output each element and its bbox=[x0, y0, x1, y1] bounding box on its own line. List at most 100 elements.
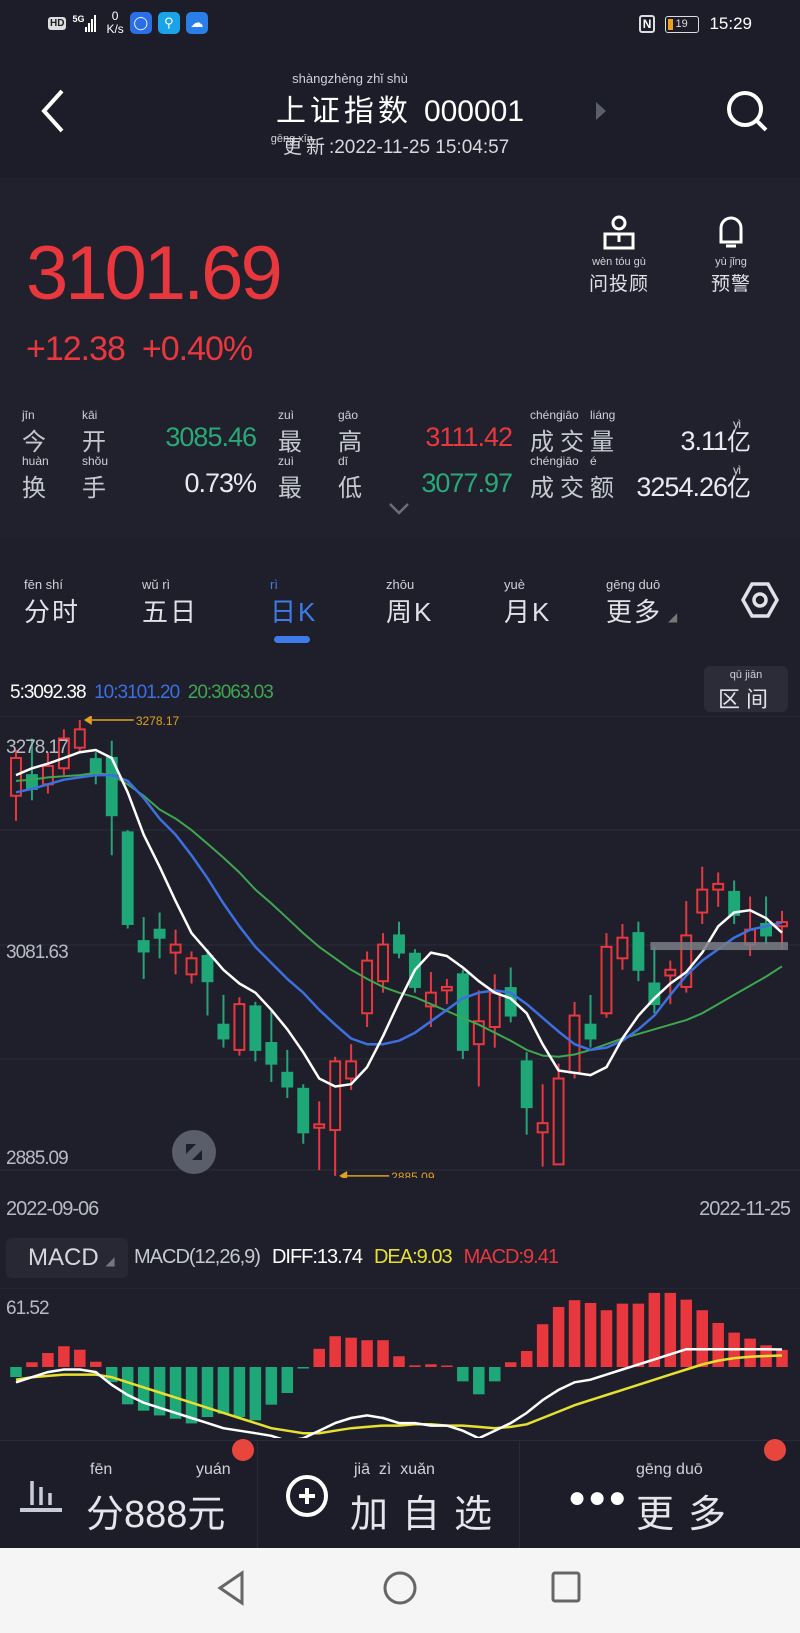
macd-bar bbox=[600, 1310, 613, 1367]
dropdown-triangle-icon: ◢ bbox=[105, 1254, 115, 1268]
title-block: shàngzhèng zhǐ shù 上证指数 000001 gēng xīn更新… bbox=[0, 72, 800, 159]
candle bbox=[281, 1049, 294, 1098]
stat-value: 3.11 yì 亿 bbox=[680, 417, 751, 456]
price-change: +12.38 +0.40% bbox=[26, 330, 253, 368]
macd-bar bbox=[473, 1367, 485, 1395]
candle bbox=[297, 1084, 310, 1144]
macd-bar bbox=[345, 1337, 357, 1367]
candle bbox=[121, 830, 134, 929]
home-nav-icon[interactable] bbox=[382, 1570, 418, 1606]
candle bbox=[73, 720, 86, 753]
clock: 15:29 bbox=[709, 14, 752, 33]
search-app-icon: ⚲ bbox=[157, 12, 180, 34]
macd-bar bbox=[616, 1303, 629, 1367]
macd-bar bbox=[536, 1324, 549, 1367]
x-end-date: 2022-11-25 bbox=[699, 1198, 791, 1220]
macd-bar bbox=[185, 1367, 198, 1424]
fullscreen-button[interactable] bbox=[172, 1130, 216, 1174]
period-tabs: fēn shí 分时 wǔ rì 五日 rì 日K zhōu 周K yuè 月K gēng duō 更… bbox=[0, 548, 800, 648]
candle bbox=[520, 1052, 533, 1135]
candle bbox=[313, 1101, 326, 1171]
candle bbox=[712, 872, 725, 907]
quote-panel: 3101.69 +12.38 +0.40% wèn tóu gù 问投顾 yù … bbox=[0, 178, 800, 538]
candle bbox=[600, 933, 613, 1018]
tab-月K[interactable]: yuè 月K bbox=[504, 578, 551, 629]
macd-bar bbox=[313, 1348, 325, 1367]
recents-nav-icon[interactable] bbox=[550, 1570, 582, 1604]
macd-bar bbox=[504, 1362, 517, 1367]
min-annotation-arrow bbox=[339, 1170, 348, 1178]
stat-2: chéngjiāo liáng 成交量 3.11 yì 亿 bbox=[0, 408, 800, 456]
stat-label: chéngjiāo liáng 成交量 bbox=[530, 408, 620, 456]
add-watchlist-button[interactable]: jiā zì xuǎn 加自选 bbox=[258, 1441, 520, 1549]
x-start-date: 2022-09-06 bbox=[6, 1198, 99, 1220]
min-annotation-label: 2885.09 bbox=[391, 1170, 435, 1178]
candle bbox=[265, 1010, 278, 1082]
candle bbox=[361, 951, 374, 1028]
macd-bar bbox=[441, 1365, 453, 1367]
candle bbox=[632, 921, 645, 982]
macd-bar bbox=[568, 1300, 581, 1367]
candle bbox=[393, 921, 405, 959]
macd-bar bbox=[361, 1340, 373, 1367]
macd-bar bbox=[281, 1367, 294, 1394]
notification-badge bbox=[232, 1439, 254, 1461]
y-tick-min: 2885.09 bbox=[6, 1148, 69, 1169]
hd-icon: HD bbox=[48, 16, 67, 30]
candle bbox=[728, 880, 741, 924]
macd-bar bbox=[233, 1367, 246, 1418]
advisor-icon bbox=[603, 215, 635, 250]
advisor-button[interactable]: wèn tóu gù 问投顾 bbox=[574, 214, 664, 296]
back-nav-icon[interactable] bbox=[216, 1570, 246, 1606]
candle bbox=[552, 1063, 565, 1166]
weather-icon: ☁ bbox=[185, 12, 208, 34]
candle bbox=[89, 752, 102, 785]
bar-chart-icon bbox=[20, 1481, 62, 1512]
macd-bar bbox=[632, 1303, 645, 1367]
candle bbox=[329, 1056, 342, 1176]
lightbulb-icon: ◯ bbox=[129, 12, 152, 34]
ma-legend: 5:3092.38 10:3101.20 20:3063.03 bbox=[10, 682, 274, 703]
dropdown-triangle-icon: ◢ bbox=[668, 610, 678, 624]
macd-chart[interactable] bbox=[0, 1288, 800, 1438]
alert-button[interactable]: yù jǐng 预警 bbox=[686, 214, 776, 296]
range-button[interactable]: qū jiān 区间 bbox=[704, 666, 788, 712]
tab-分时[interactable]: fēn shí 分时 bbox=[24, 578, 80, 629]
header: shàngzhèng zhǐ shù 上证指数 000001 gēng xīn更新… bbox=[0, 50, 800, 178]
search-button[interactable] bbox=[724, 88, 768, 132]
candle bbox=[201, 949, 214, 1016]
macd-bar bbox=[249, 1367, 262, 1421]
chevron-down-icon[interactable] bbox=[388, 498, 410, 520]
macd-bar bbox=[648, 1292, 661, 1367]
tab-周K[interactable]: zhōu 周K bbox=[386, 578, 433, 629]
macd-bar bbox=[329, 1336, 341, 1367]
candle bbox=[472, 990, 485, 1087]
current-price: 3101.69 bbox=[26, 231, 283, 316]
candle bbox=[536, 1084, 549, 1167]
notification-badge bbox=[764, 1439, 786, 1461]
macd-bar bbox=[457, 1367, 469, 1382]
bell-icon bbox=[719, 216, 743, 248]
candlestick-chart[interactable]: 3278.17 2885.09 bbox=[0, 716, 800, 1178]
more-button[interactable]: ●●● gēng duō 更多 bbox=[520, 1439, 800, 1549]
tab-日K[interactable]: rì 日K bbox=[270, 578, 317, 629]
settings-hex-icon[interactable] bbox=[740, 580, 780, 620]
signal-icon: 5G bbox=[72, 14, 97, 32]
update-time: gēng xīn更新:2022-11-25 15:04:57 bbox=[270, 133, 510, 158]
tab-五日[interactable]: wǔ rì 五日 bbox=[142, 578, 198, 629]
tab-更多[interactable]: gēng duō 更多 ◢ bbox=[606, 578, 677, 629]
reward-button[interactable]: fēn yuán 分888元 bbox=[0, 1439, 258, 1549]
macd-bar bbox=[90, 1361, 102, 1367]
candle bbox=[137, 917, 150, 979]
candle bbox=[169, 929, 182, 975]
candle bbox=[584, 994, 597, 1048]
candle bbox=[696, 866, 709, 924]
indicator-select[interactable]: MACD ◢ bbox=[6, 1238, 128, 1278]
candle bbox=[488, 974, 501, 1048]
next-stock-icon[interactable] bbox=[596, 102, 606, 120]
more-dots-icon: ●●● bbox=[568, 1481, 629, 1514]
search-icon bbox=[727, 91, 768, 132]
nfc-icon: N bbox=[638, 15, 656, 33]
y-tick-max: 3278.17 bbox=[6, 737, 69, 758]
macd-bar bbox=[265, 1367, 278, 1405]
